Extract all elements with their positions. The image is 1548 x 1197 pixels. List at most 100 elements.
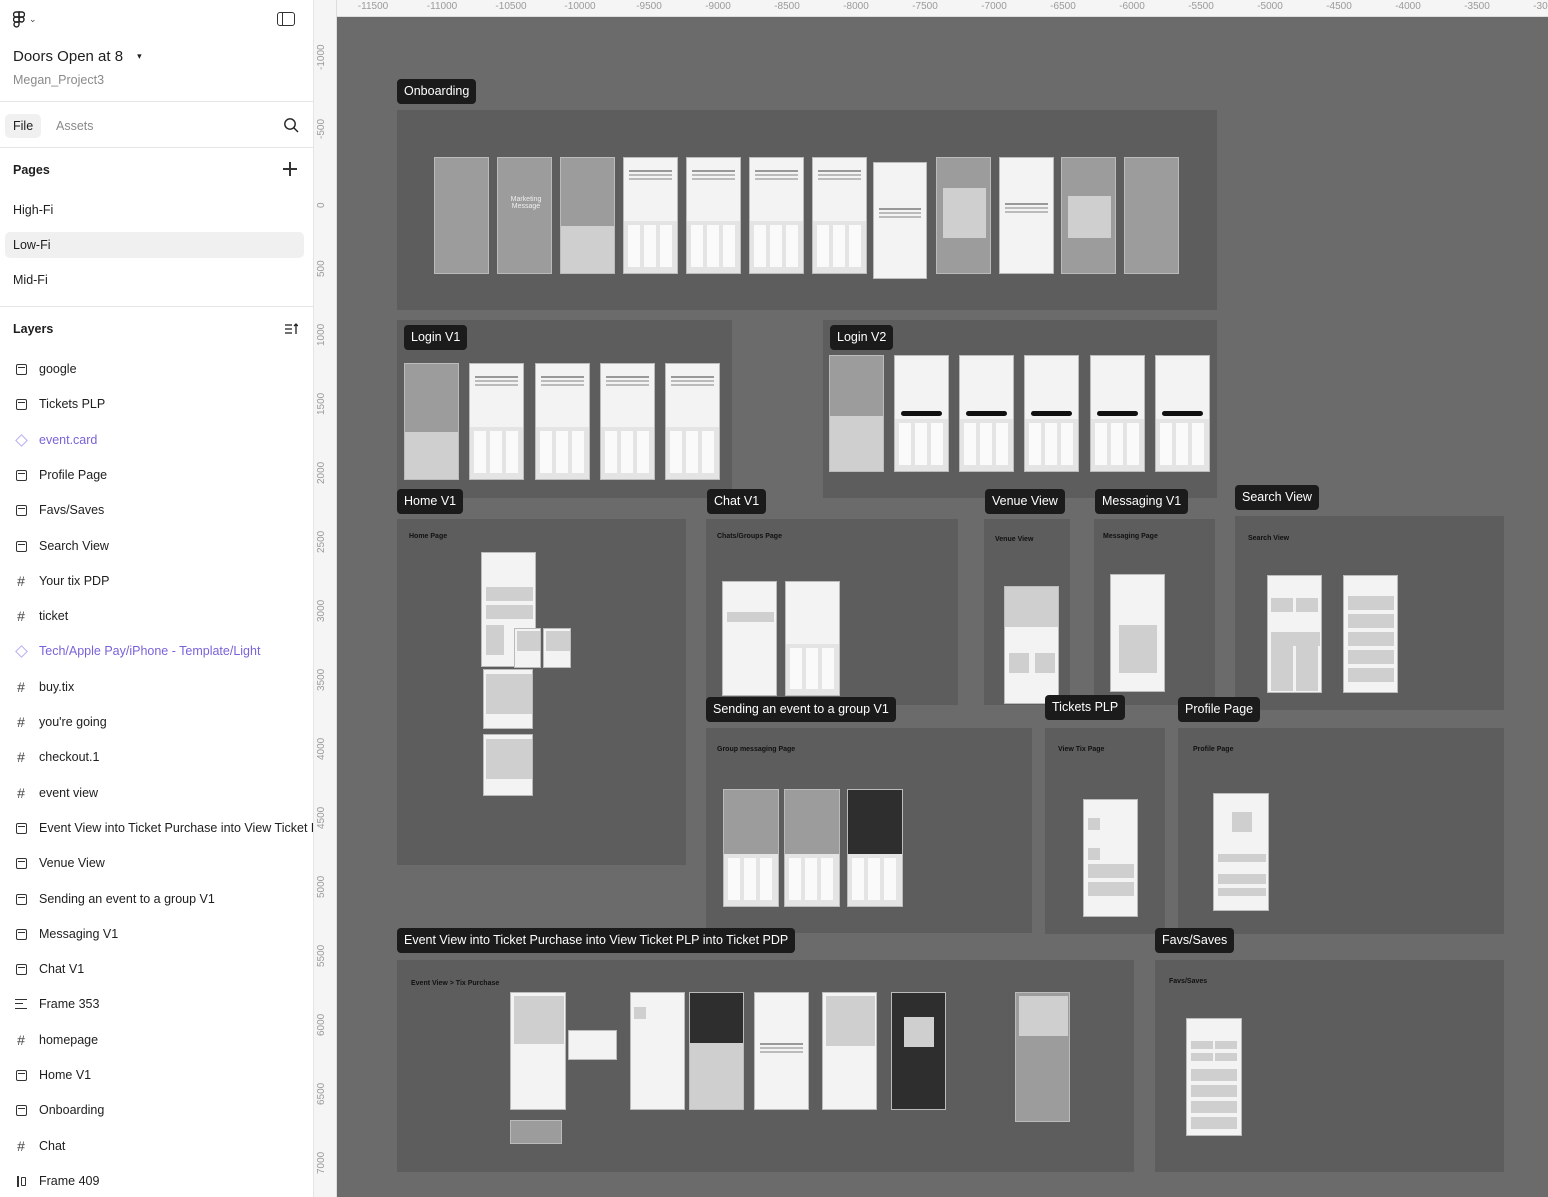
wireframe-screen[interactable] bbox=[847, 789, 903, 907]
section-label[interactable]: Favs/Saves bbox=[1155, 928, 1235, 953]
ruler-tick-label: 3000 bbox=[316, 599, 327, 622]
layer-row[interactable]: Sending an event to a group V1 bbox=[0, 885, 313, 913]
layer-row[interactable]: Tickets PLP bbox=[0, 390, 313, 418]
wireframe-screen[interactable] bbox=[665, 363, 720, 480]
layer-row[interactable]: Venue View bbox=[0, 849, 313, 877]
wireframe-screen[interactable] bbox=[560, 157, 615, 274]
wireframe-screen[interactable] bbox=[1155, 355, 1210, 472]
layer-row[interactable]: google bbox=[0, 355, 313, 383]
layer-row[interactable]: Tech/Apple Pay/iPhone - Template/Light bbox=[0, 637, 313, 665]
text-placeholder bbox=[755, 170, 798, 172]
layer-row[interactable]: # checkout.1 bbox=[0, 743, 313, 771]
wireframe-screen[interactable] bbox=[1015, 992, 1070, 1122]
wireframe-screen[interactable] bbox=[1124, 157, 1179, 274]
section-frame[interactable] bbox=[397, 519, 686, 865]
layer-row[interactable]: # event view bbox=[0, 779, 313, 807]
wireframe-screen[interactable] bbox=[959, 355, 1014, 472]
layer-row[interactable]: Event View into Ticket Purchase into Vie… bbox=[0, 814, 313, 842]
wireframe-screen[interactable] bbox=[1213, 793, 1269, 911]
layer-row[interactable]: # homepage bbox=[0, 1026, 313, 1054]
wireframe-screen[interactable] bbox=[568, 1030, 617, 1060]
wireframe-screen[interactable] bbox=[434, 157, 489, 274]
layer-row[interactable]: Home V1 bbox=[0, 1061, 313, 1089]
wireframe-screen[interactable] bbox=[510, 992, 566, 1110]
main-menu-button[interactable]: ⌄ bbox=[13, 11, 37, 28]
layer-row[interactable]: # Your tix PDP bbox=[0, 567, 313, 595]
project-title[interactable]: Doors Open at 8 ▾ bbox=[13, 48, 142, 65]
add-page-plus-icon[interactable] bbox=[283, 162, 297, 176]
wireframe-screen[interactable] bbox=[1024, 355, 1079, 472]
wireframe-screen[interactable] bbox=[510, 1120, 562, 1144]
wireframe-screen[interactable] bbox=[686, 157, 741, 274]
wireframe-screen[interactable] bbox=[936, 157, 991, 274]
wireframe-screen[interactable] bbox=[404, 363, 459, 480]
wireframe-screen[interactable] bbox=[999, 157, 1054, 274]
wireframe-screen[interactable] bbox=[1186, 1018, 1242, 1136]
layer-row[interactable]: # you're going bbox=[0, 708, 313, 736]
wireframe-screen[interactable] bbox=[1110, 574, 1165, 692]
wireframe-screen[interactable] bbox=[1083, 799, 1138, 917]
wireframe-screen[interactable] bbox=[1004, 586, 1059, 704]
layer-row[interactable]: Chat V1 bbox=[0, 955, 313, 983]
wireframe-screen[interactable] bbox=[785, 581, 840, 696]
section-label[interactable]: Venue View bbox=[985, 489, 1065, 514]
wireframe-screen[interactable] bbox=[891, 992, 946, 1110]
page-item-low-fi[interactable]: Low-Fi bbox=[5, 232, 304, 258]
wireframe-screen[interactable] bbox=[1267, 575, 1322, 693]
page-item-high-fi[interactable]: High-Fi bbox=[5, 197, 304, 223]
wireframe-screen[interactable] bbox=[873, 162, 927, 279]
section-label[interactable]: Search View bbox=[1235, 485, 1319, 510]
section-label[interactable]: Profile Page bbox=[1178, 697, 1261, 722]
section-label[interactable]: Event View into Ticket Purchase into Vie… bbox=[397, 928, 796, 953]
tab-file[interactable]: File bbox=[5, 114, 42, 138]
layer-row[interactable]: Profile Page bbox=[0, 461, 313, 489]
wireframe-screen[interactable] bbox=[894, 355, 949, 472]
wireframe-screen[interactable] bbox=[600, 363, 655, 480]
wireframe-screen[interactable] bbox=[483, 734, 533, 796]
wireframe-screen[interactable] bbox=[812, 157, 867, 274]
layers-sort-icon[interactable] bbox=[284, 322, 298, 336]
wireframe-screen[interactable] bbox=[483, 669, 533, 729]
wireframe-screen[interactable] bbox=[1343, 575, 1398, 693]
wireframe-screen[interactable] bbox=[630, 992, 685, 1110]
design-canvas[interactable]: -11500 -11000 -10500 -10000 -9500 -9000 -8500-… bbox=[314, 0, 1548, 1197]
wireframe-screen[interactable] bbox=[469, 363, 524, 480]
section-label[interactable]: Home V1 bbox=[397, 489, 464, 514]
layer-row[interactable]: # buy.tix bbox=[0, 673, 313, 701]
section-label[interactable]: Login V1 bbox=[404, 325, 468, 350]
page-item-mid-fi[interactable]: Mid-Fi bbox=[5, 267, 304, 293]
wireframe-screen[interactable] bbox=[829, 355, 884, 472]
layer-row[interactable]: # ticket bbox=[0, 602, 313, 630]
wireframe-screen[interactable] bbox=[1090, 355, 1145, 472]
sidebar-toggle-icon[interactable] bbox=[277, 12, 295, 26]
layer-row[interactable]: Search View bbox=[0, 532, 313, 560]
wireframe-screen[interactable] bbox=[722, 581, 777, 696]
wireframe-screen[interactable] bbox=[1061, 157, 1116, 274]
section-label[interactable]: Login V2 bbox=[830, 325, 894, 350]
layer-row[interactable]: Favs/Saves bbox=[0, 496, 313, 524]
wireframe-screen[interactable] bbox=[514, 628, 541, 668]
layer-row[interactable]: Frame 353 bbox=[0, 990, 313, 1018]
layer-row[interactable]: Messaging V1 bbox=[0, 920, 313, 948]
wireframe-screen[interactable] bbox=[749, 157, 804, 274]
layer-row[interactable]: # Chat bbox=[0, 1132, 313, 1160]
wireframe-screen[interactable] bbox=[623, 157, 678, 274]
tab-assets[interactable]: Assets bbox=[48, 114, 102, 138]
section-label[interactable]: Sending an event to a group V1 bbox=[706, 697, 896, 722]
section-label[interactable]: Messaging V1 bbox=[1095, 489, 1189, 514]
wireframe-screen[interactable] bbox=[723, 789, 779, 907]
wireframe-screen[interactable] bbox=[689, 992, 744, 1110]
section-label[interactable]: Tickets PLP bbox=[1045, 695, 1126, 720]
search-icon[interactable] bbox=[283, 117, 299, 133]
wireframe-screen[interactable] bbox=[822, 992, 877, 1110]
wireframe-screen[interactable] bbox=[754, 992, 809, 1110]
wireframe-screen[interactable] bbox=[784, 789, 840, 907]
wireframe-screen[interactable] bbox=[535, 363, 590, 480]
layer-row[interactable]: Onboarding bbox=[0, 1096, 313, 1124]
layer-row[interactable]: event.card bbox=[0, 426, 313, 454]
section-label[interactable]: Onboarding bbox=[397, 79, 477, 104]
section-label[interactable]: Chat V1 bbox=[707, 489, 767, 514]
wireframe-screen[interactable]: Marketing Message bbox=[497, 157, 552, 274]
layer-row[interactable]: Frame 409 bbox=[0, 1167, 313, 1195]
wireframe-screen[interactable] bbox=[543, 628, 571, 668]
